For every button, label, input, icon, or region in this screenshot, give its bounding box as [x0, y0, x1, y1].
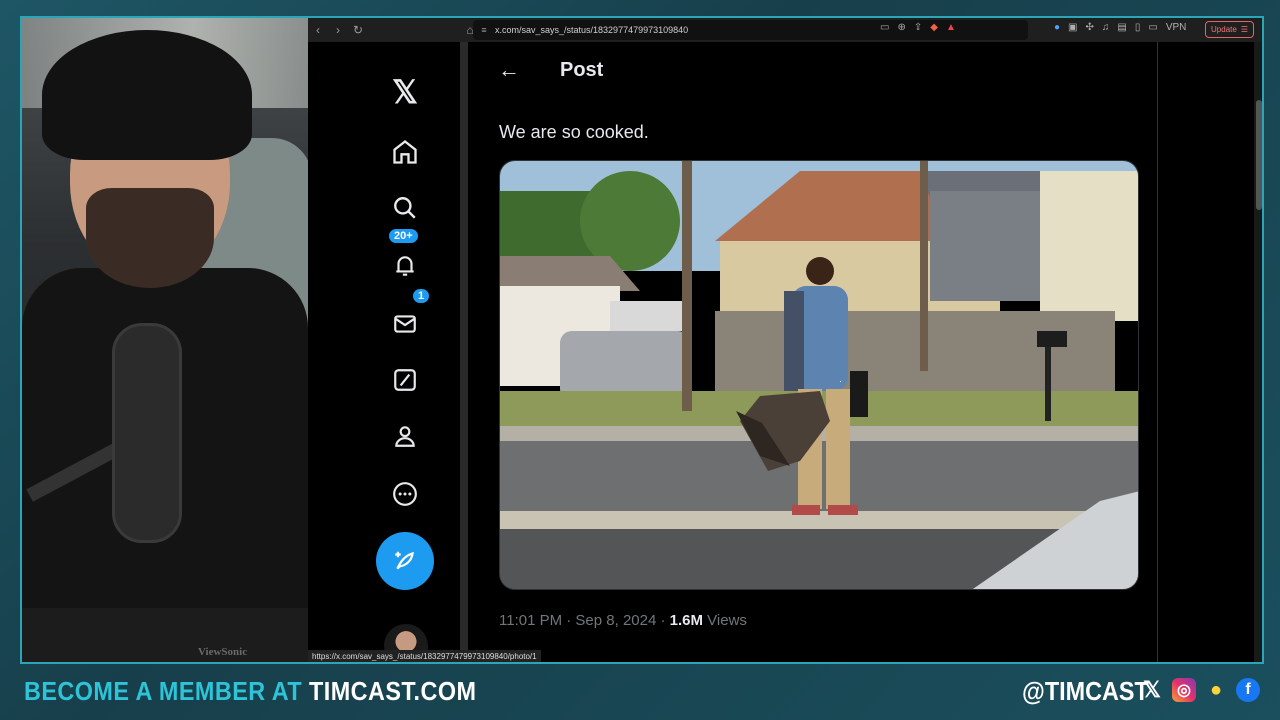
cast-icon[interactable]: ▭: [880, 22, 889, 33]
grok-icon[interactable]: [376, 360, 434, 400]
views-label: Views: [703, 612, 747, 629]
social-handle: @TIMCAST: [1022, 676, 1149, 706]
browser-toolbar: ‹ › ↻ ⌂ ≡ x.com/sav_says_/status/1832977…: [308, 18, 1262, 42]
page-title: Post: [560, 58, 604, 81]
puzzle-icon[interactable]: ✣: [1086, 22, 1094, 33]
facebook-icon: f: [1236, 678, 1260, 702]
post-header: ← Post: [468, 42, 1158, 98]
right-column: [1158, 42, 1254, 662]
back-icon[interactable]: ‹: [308, 23, 328, 37]
back-arrow-icon[interactable]: ←: [478, 57, 540, 83]
post-column: ← Post We are so cooked. 11:01 PM · Sep …: [468, 42, 1158, 662]
wallet-icon[interactable]: ▭: [1148, 22, 1157, 33]
tweet-photo[interactable]: [499, 160, 1139, 590]
compose-post-button[interactable]: [376, 532, 434, 590]
stream-frame: ViewSonic ‹ › ↻ ⌂ ≡ x.com/sav_says_/stat…: [0, 0, 1280, 720]
forward-icon[interactable]: ›: [328, 23, 348, 37]
brave-rewards-icon[interactable]: ▲: [946, 22, 956, 33]
update-button[interactable]: Update ☰: [1205, 21, 1254, 38]
zoom-icon[interactable]: ⊕: [897, 22, 905, 33]
page-scrollbar[interactable]: [1254, 42, 1262, 662]
feather-icon: [395, 551, 414, 570]
webcam-beanie: [42, 30, 252, 160]
browser-window: ‹ › ↻ ⌂ ≡ x.com/sav_says_/status/1832977…: [308, 18, 1262, 662]
music-icon[interactable]: ♫: [1102, 22, 1110, 33]
extension-icon[interactable]: ●: [1054, 22, 1060, 33]
reload-icon[interactable]: ↻: [348, 23, 368, 37]
messages-icon[interactable]: [376, 304, 434, 344]
tweet-text: We are so cooked.: [499, 122, 649, 142]
notifications-badge: 20+: [388, 228, 419, 244]
webcam-person-beard: [86, 188, 214, 288]
sidebar-scrollbar[interactable]: [460, 42, 468, 662]
tweet-meta: 11:01 PM · Sep 8, 2024 · 1.6M Views: [499, 612, 747, 629]
address-bar-tools: ▭ ⊕ ⇪ ◆ ▲: [880, 22, 956, 33]
bookmarks-icon[interactable]: ▤: [1117, 22, 1126, 33]
menu-icon: ☰: [1240, 25, 1248, 34]
messages-badge: 1: [412, 288, 431, 304]
tweet-timestamp[interactable]: 11:01 PM · Sep 8, 2024 ·: [499, 612, 670, 629]
views-count: 1.6M: [669, 612, 704, 629]
vpn-button[interactable]: VPN: [1166, 22, 1187, 33]
update-label: Update: [1211, 25, 1237, 34]
x-social-icon: 𝕏: [1143, 677, 1161, 702]
webcam-feed: ViewSonic: [22, 18, 308, 662]
microphone: [112, 323, 182, 543]
scrollbar-thumb[interactable]: [1256, 100, 1262, 210]
x-sidebar: 𝕏 20+ 1: [308, 42, 460, 662]
profile-icon[interactable]: [376, 416, 434, 456]
membership-cta: BECOME A MEMBER AT TIMCAST.COM: [24, 676, 476, 707]
stream-content: ViewSonic ‹ › ↻ ⌂ ≡ x.com/sav_says_/stat…: [20, 16, 1264, 664]
search-icon[interactable]: [376, 188, 434, 228]
street-photo: [500, 161, 1138, 589]
instagram-icon: ◎: [1172, 678, 1196, 702]
monitor-brand: ViewSonic: [198, 646, 248, 658]
brave-shield-icon[interactable]: ◆: [930, 22, 938, 33]
share-icon[interactable]: ⇪: [914, 22, 922, 33]
site-settings-icon[interactable]: ≡: [479, 25, 489, 35]
url-text: x.com/sav_says_/status/18329774799731098…: [495, 25, 689, 35]
reader-icon[interactable]: ▣: [1068, 22, 1077, 33]
extensions: ● ▣ ✣ ♫ ▤ ▯ ▭ VPN: [1054, 22, 1186, 33]
home-icon[interactable]: [376, 132, 434, 172]
cta-site: TIMCAST.COM: [309, 676, 477, 706]
monitor: [22, 608, 308, 662]
stream-lower-third: BECOME A MEMBER AT TIMCAST.COM @TIMCAST …: [0, 666, 1280, 720]
cta-prefix: BECOME A MEMBER AT: [24, 676, 310, 706]
status-bar-url: https://x.com/sav_says_/status/183297747…: [308, 650, 541, 662]
lightbulb-icon: ●: [1209, 678, 1223, 701]
notifications-icon[interactable]: [376, 246, 434, 286]
x-logo-icon[interactable]: 𝕏: [376, 72, 434, 112]
social-icons: 𝕏 ◎ ● f: [1140, 677, 1260, 702]
sidebar-icon[interactable]: ▯: [1135, 22, 1141, 33]
more-icon[interactable]: [376, 474, 434, 514]
